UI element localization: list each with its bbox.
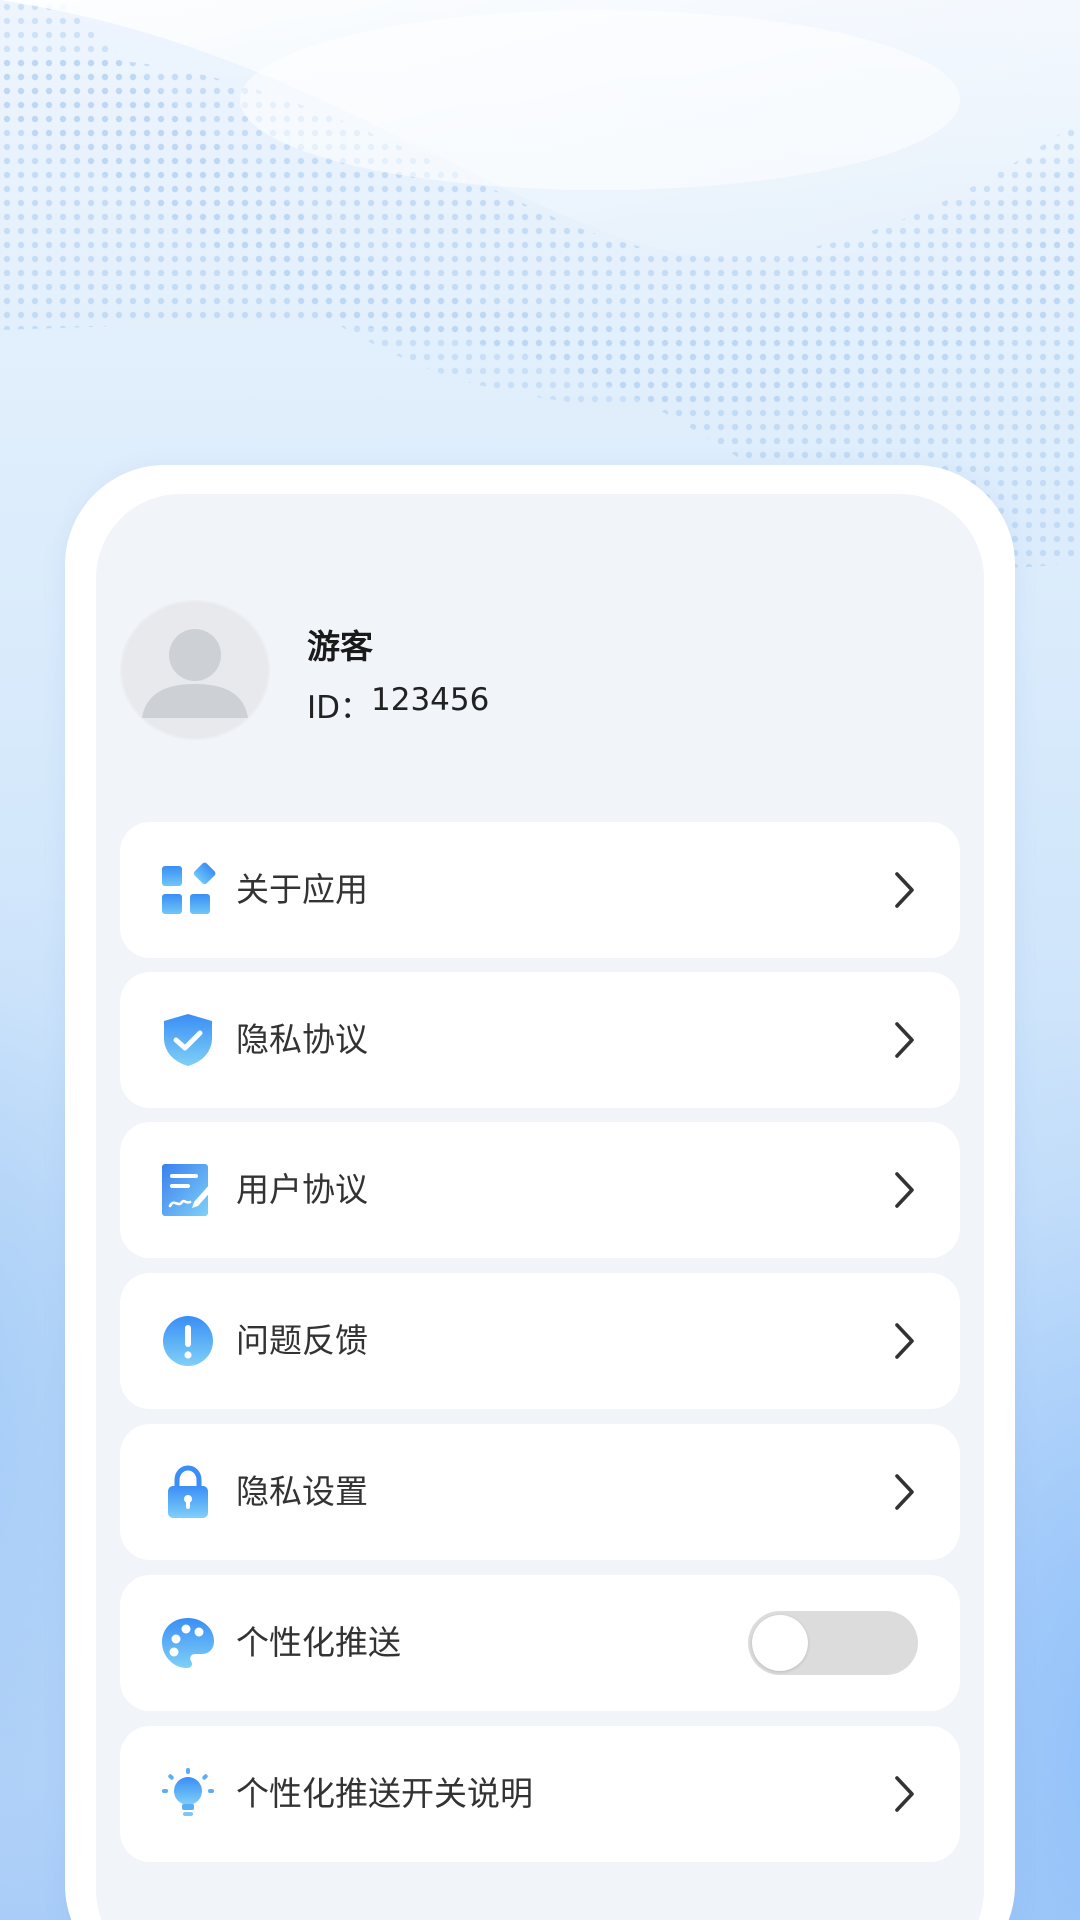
menu-item-label: 关于应用 bbox=[236, 870, 368, 909]
personalized-push-toggle[interactable] bbox=[748, 1611, 918, 1675]
menu-item-user-agreement[interactable]: 用户协议 bbox=[120, 1122, 960, 1258]
menu-item-privacy-policy[interactable]: 隐私协议 bbox=[120, 972, 960, 1108]
document-sign-icon bbox=[162, 1164, 214, 1216]
menu-item-push-explanation[interactable]: 个性化推送开关说明 bbox=[120, 1726, 960, 1862]
palette-icon bbox=[162, 1618, 214, 1668]
apps-icon bbox=[162, 862, 216, 914]
chevron-right-icon bbox=[895, 872, 914, 908]
chevron-right-icon bbox=[895, 1172, 914, 1208]
profile-screen: 游客 ID： 123456 关于应用 隐私协议 用户协议 问题反馈 隐私设置 个… bbox=[0, 0, 1080, 1920]
menu-item-privacy-settings[interactable]: 隐私设置 bbox=[120, 1424, 960, 1560]
user-id: ID： 123456 bbox=[307, 682, 489, 727]
toggle-knob bbox=[752, 1615, 808, 1671]
chevron-right-icon bbox=[895, 1323, 914, 1359]
menu-item-label: 个性化推送 bbox=[236, 1623, 401, 1662]
chevron-right-icon bbox=[895, 1474, 914, 1510]
chevron-right-icon bbox=[895, 1022, 914, 1058]
menu-item-label: 隐私设置 bbox=[236, 1472, 368, 1511]
user-name: 游客 bbox=[307, 627, 373, 666]
menu-item-label: 隐私协议 bbox=[236, 1020, 368, 1059]
menu-item-label: 个性化推送开关说明 bbox=[236, 1774, 533, 1813]
menu-item-about-app[interactable]: 关于应用 bbox=[120, 822, 960, 958]
default-user-icon bbox=[142, 629, 248, 718]
lightbulb-icon bbox=[162, 1768, 214, 1816]
avatar[interactable] bbox=[120, 600, 270, 740]
lock-icon bbox=[168, 1465, 208, 1518]
menu-item-label: 用户协议 bbox=[236, 1170, 368, 1209]
shield-check-icon bbox=[164, 1014, 212, 1066]
menu-item-personalized-push: 个性化推送 bbox=[120, 1575, 960, 1711]
user-id-value: 123456 bbox=[371, 682, 490, 718]
user-id-label: ID： bbox=[307, 690, 372, 726]
menu-item-label: 问题反馈 bbox=[236, 1321, 368, 1360]
menu-item-feedback[interactable]: 问题反馈 bbox=[120, 1273, 960, 1409]
alert-circle-icon bbox=[163, 1316, 213, 1366]
chevron-right-icon bbox=[895, 1776, 914, 1812]
